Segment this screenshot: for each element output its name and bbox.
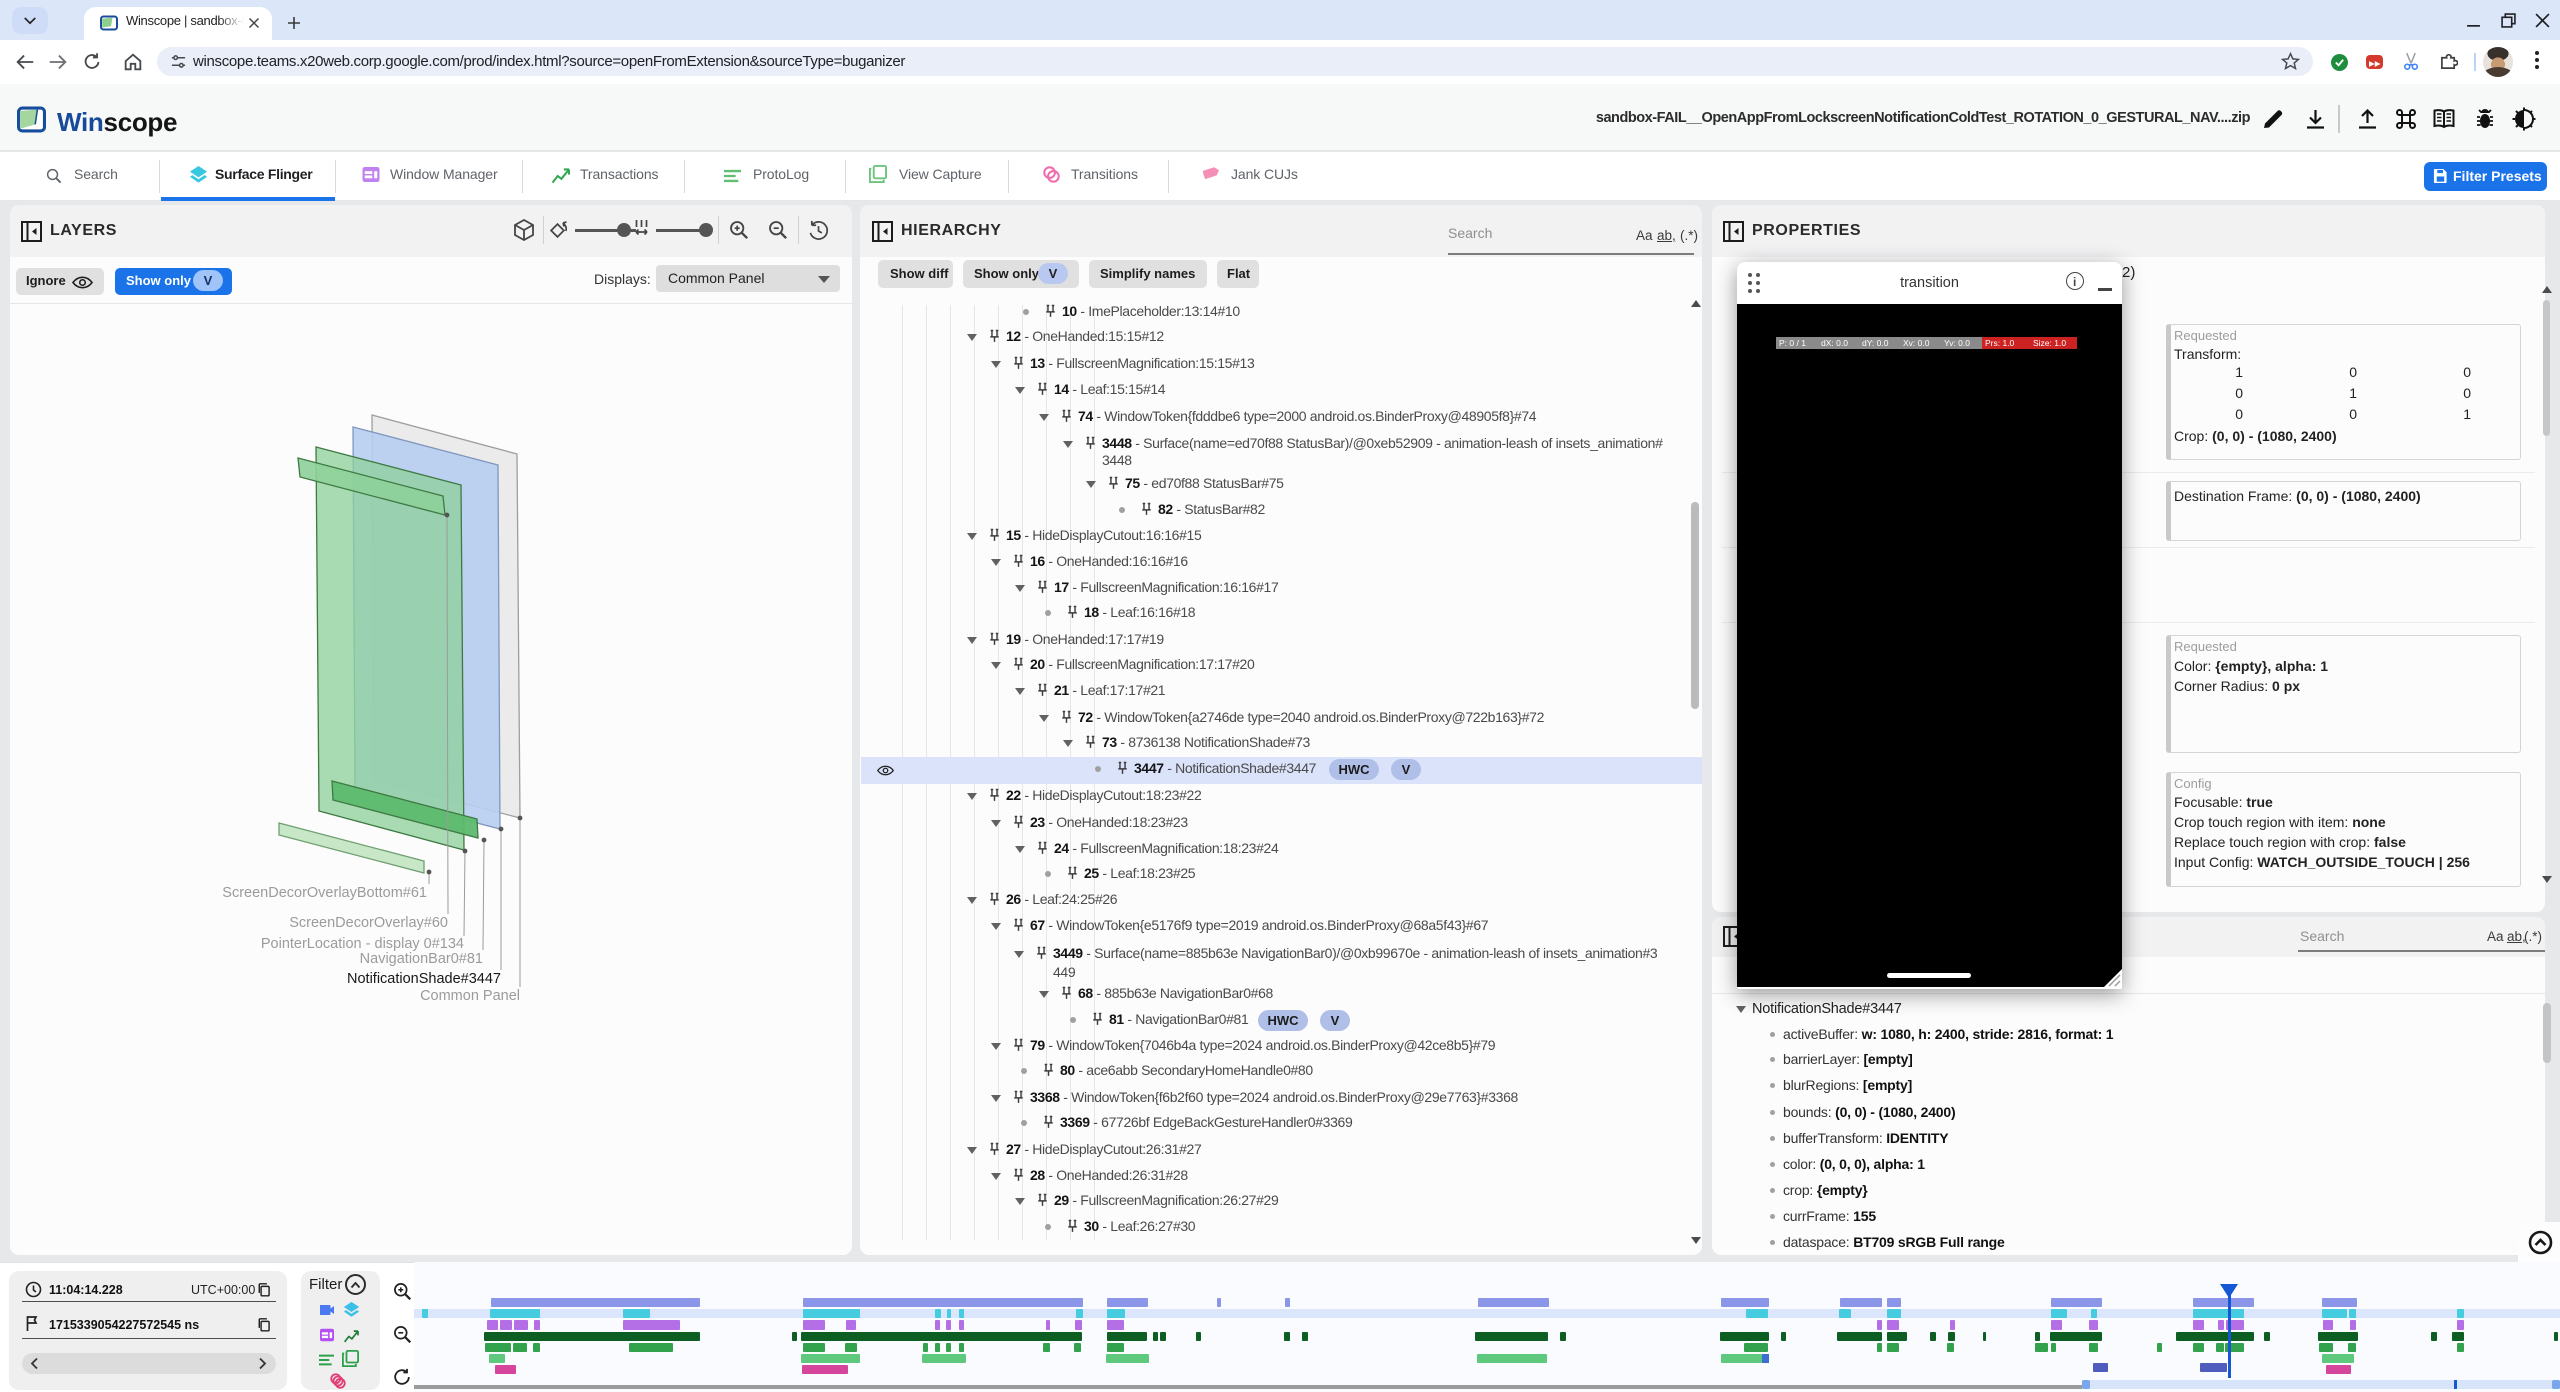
svg-text:NotificationShade#3447: NotificationShade#3447: [347, 971, 501, 987]
svg-text:Common Panel: Common Panel: [420, 988, 520, 1004]
svg-text:ScreenDecorOverlayBottom#61: ScreenDecorOverlayBottom#61: [222, 885, 427, 901]
svg-text:NavigationBar0#81: NavigationBar0#81: [360, 951, 483, 967]
svg-text:PointerLocation - display 0#13: PointerLocation - display 0#134: [261, 936, 464, 952]
svg-text:ScreenDecorOverlay#60: ScreenDecorOverlay#60: [289, 915, 448, 931]
